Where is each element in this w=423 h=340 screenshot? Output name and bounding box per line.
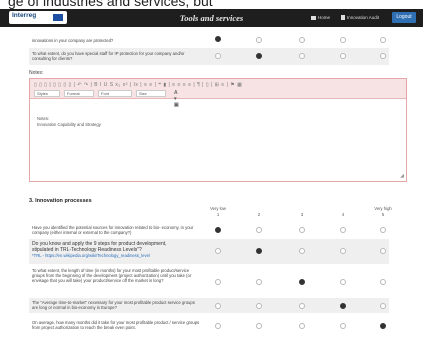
nav-home-link[interactable]: Home: [311, 15, 330, 20]
answer-radio-4[interactable]: [340, 279, 346, 285]
trl-wiki-link[interactable]: *TRL - https://en.wikipedia.org/wiki/Tec…: [32, 253, 150, 258]
size-select[interactable]: Size: [136, 90, 166, 97]
answer-radio-3[interactable]: [299, 279, 305, 285]
answer-radio-1[interactable]: [215, 303, 221, 309]
question-text: To what extent, do you have special staf…: [32, 51, 185, 61]
answer-radio-4[interactable]: [340, 37, 346, 43]
format-select[interactable]: Format: [64, 90, 94, 97]
question-row: To what extent, do you have special staf…: [29, 48, 389, 65]
answer-radio-1[interactable]: [215, 36, 221, 42]
answer-radio-2[interactable]: [256, 248, 262, 254]
answer-radio-5[interactable]: [380, 323, 386, 329]
answer-radio-2[interactable]: [256, 227, 262, 233]
question-text: Have you identified the potential source…: [32, 225, 202, 235]
notes-label: Notes:: [29, 70, 44, 76]
home-icon: [311, 15, 316, 20]
answer-radio-3[interactable]: [299, 323, 305, 329]
question-text: The "Average time-to-market" necessary f…: [32, 300, 202, 310]
answer-radio-3[interactable]: [299, 53, 305, 59]
answer-radio-2[interactable]: [256, 279, 262, 285]
question-row: innovations in your company are protecte…: [29, 36, 389, 44]
caption-text-strip: ge of industries and services, but: [0, 0, 423, 9]
answer-radio-3[interactable]: [299, 303, 305, 309]
answer-radio-3[interactable]: [299, 227, 305, 233]
answer-radio-4[interactable]: [340, 227, 346, 233]
question-text: innovations in your company are protecte…: [32, 38, 114, 43]
question-row: On average, how many months did it take …: [29, 318, 389, 336]
question-line: product/service off the market is long?: [92, 278, 164, 283]
answer-radio-5[interactable]: [380, 37, 386, 43]
question-text: On average, how many months did it take …: [32, 320, 207, 330]
nav-innovation-audit-link[interactable]: Innovation Audit: [341, 15, 380, 21]
answer-radio-4[interactable]: [340, 248, 346, 254]
question-row: The "Average time-to-market" necessary f…: [29, 298, 389, 313]
answer-radio-2[interactable]: [256, 323, 262, 329]
caption-text: ge of industries and services, but: [8, 0, 213, 9]
answer-radio-5[interactable]: [380, 248, 386, 254]
scale-number: 3: [300, 212, 304, 217]
resize-handle-icon[interactable]: ◢: [400, 173, 404, 179]
section-title: 3. Innovation processes: [29, 198, 92, 204]
nav-audit-label: Innovation Audit: [347, 15, 380, 20]
answer-radio-3[interactable]: [299, 37, 305, 43]
text-color-button[interactable]: A ▾ ▣: [174, 90, 179, 108]
answer-radio-5[interactable]: [380, 227, 386, 233]
font-select[interactable]: Font: [98, 90, 132, 97]
answer-radio-1[interactable]: [215, 227, 221, 233]
answer-radio-4[interactable]: [340, 53, 346, 59]
answer-radio-4[interactable]: [340, 303, 346, 309]
answer-radio-2[interactable]: [256, 53, 262, 59]
question-row: To what extent, the length of time (in m…: [29, 266, 389, 295]
answer-radio-1[interactable]: [215, 53, 221, 59]
scale-number: 4: [341, 212, 345, 217]
editor-content[interactable]: Notes: Innovation Capability and Strateg…: [37, 116, 101, 128]
toolbar-buttons[interactable]: ▯ ▯ ▯ | ▯ ▯ ▯ ▯ | ↶ ↷ | B I U S x₂ x² | …: [34, 82, 242, 88]
document-icon: [341, 15, 345, 21]
editor-line: Innovation Capability and Strategy: [37, 122, 101, 127]
scale-number: 5: [381, 212, 385, 217]
scale-number: 1: [216, 212, 220, 217]
answer-radio-1[interactable]: [215, 279, 221, 285]
logout-button[interactable]: Logout: [392, 12, 416, 23]
question-row: Have you identified the potential source…: [29, 223, 389, 238]
scale-low-label: Very low: [210, 206, 226, 211]
editor-toolbar: ▯ ▯ ▯ | ▯ ▯ ▯ ▯ | ↶ ↷ | B I U S x₂ x² | …: [30, 79, 406, 108]
question-text: To what extent, the length of time (in m…: [32, 268, 202, 283]
answer-radio-5[interactable]: [380, 303, 386, 309]
question-row: Do you know and apply the 9 steps for pr…: [29, 239, 389, 264]
question-text: Do you know and apply the 9 steps for pr…: [32, 241, 207, 259]
scale-number: 2: [257, 212, 261, 217]
answer-radio-4[interactable]: [340, 323, 346, 329]
styles-select[interactable]: Styles: [34, 90, 60, 97]
answer-radio-5[interactable]: [380, 53, 386, 59]
answer-radio-5[interactable]: [380, 279, 386, 285]
answer-radio-3[interactable]: [299, 248, 305, 254]
answer-radio-2[interactable]: [256, 303, 262, 309]
nav-home-label: Home: [318, 15, 331, 20]
answer-radio-2[interactable]: [256, 37, 262, 43]
answer-radio-1[interactable]: [215, 323, 221, 329]
notes-rich-text-editor[interactable]: ▯ ▯ ▯ | ▯ ▯ ▯ ▯ | ↶ ↷ | B I U S x₂ x² | …: [29, 78, 407, 182]
scale-high-label: Very high: [374, 206, 392, 211]
answer-radio-1[interactable]: [215, 248, 221, 254]
